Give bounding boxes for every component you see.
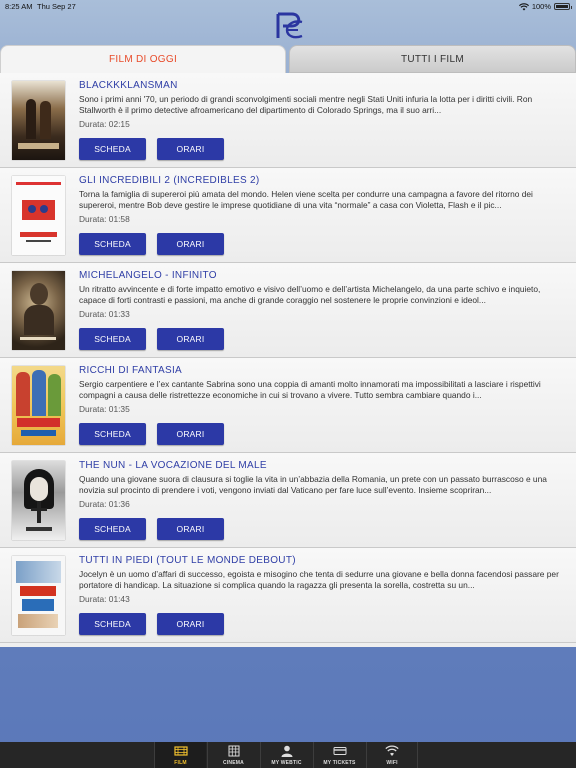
film-icon xyxy=(173,746,188,756)
scheda-button[interactable]: SCHEDA xyxy=(79,233,146,255)
movie-description: Sergio carpentiere e l’ex cantante Sabri… xyxy=(79,379,541,400)
movie-poster xyxy=(12,81,65,160)
orari-button[interactable]: ORARI xyxy=(157,138,224,160)
nav-cinema[interactable]: CINEMA xyxy=(207,742,259,768)
status-time: 8:25 AM xyxy=(5,2,33,11)
movie-duration: Durata: 01:33 xyxy=(79,309,130,319)
orari-button[interactable]: ORARI xyxy=(157,518,224,540)
movie-poster xyxy=(12,176,65,255)
movie-duration: Durata: 01:58 xyxy=(79,214,130,224)
movie-description: Un ritratto avvincente e di forte impatt… xyxy=(79,284,541,305)
battery-icon xyxy=(554,3,572,10)
movie-list: BLACKKKLANSMAN Sono i primi anni '70, un… xyxy=(0,73,576,647)
movie-row: THE NUN - LA VOCAZIONE DEL MALE Quando u… xyxy=(0,453,576,548)
tab-film-di-oggi[interactable]: FILM DI OGGI xyxy=(0,45,286,73)
movie-row: BLACKKKLANSMAN Sono i primi anni '70, un… xyxy=(0,73,576,168)
movie-title: GLI INCREDIBILI 2 (INCREDIBLES 2) xyxy=(79,175,260,186)
status-date: Thu Sep 27 xyxy=(37,2,76,11)
logo-icon xyxy=(276,12,303,39)
nav-my-tickets-label: MY TICKETS xyxy=(323,760,356,766)
movie-duration: Durata: 01:43 xyxy=(79,594,130,604)
movie-poster xyxy=(12,556,65,635)
orari-button[interactable]: ORARI xyxy=(157,233,224,255)
movie-description: Sono i primi anni '70, un periodo di gra… xyxy=(79,94,533,115)
battery-percent: 100% xyxy=(531,2,551,11)
tab-tutti-i-film[interactable]: TUTTI I FILM xyxy=(289,45,576,73)
movie-description: Jocelyn è un uomo d’affari di successo, … xyxy=(79,569,559,590)
nav-wifi-label: WIFI xyxy=(386,760,398,766)
movie-title: RICCHI DI FANTASIA xyxy=(79,365,183,376)
nav-wifi[interactable]: WIFI xyxy=(366,742,418,768)
scheda-button[interactable]: SCHEDA xyxy=(79,328,146,350)
movie-poster xyxy=(12,366,65,445)
orari-button[interactable]: ORARI xyxy=(157,613,224,635)
movie-row: RICCHI DI FANTASIA Sergio carpentiere e … xyxy=(0,358,576,453)
scheda-button[interactable]: SCHEDA xyxy=(79,423,146,445)
movie-duration: Durata: 01:35 xyxy=(79,404,130,414)
movie-row: TUTTI IN PIEDI (TOUT LE MONDE DEBOUT) Jo… xyxy=(0,548,576,643)
status-right: 100% xyxy=(518,2,572,11)
movie-row: MICHELANGELO - INFINITO Un ritratto avvi… xyxy=(0,263,576,358)
movie-row: GLI INCREDIBILI 2 (INCREDIBLES 2) Torna … xyxy=(0,168,576,263)
nav-my-webtic-label: MY WEBTIC xyxy=(271,760,302,766)
movie-poster xyxy=(12,461,65,540)
movie-title: BLACKKKLANSMAN xyxy=(79,80,178,91)
movie-duration: Durata: 02:15 xyxy=(79,119,130,129)
nav-my-webtic[interactable]: MY WEBTIC xyxy=(260,742,312,768)
movie-description: Torna la famiglia di supereroi più amata… xyxy=(79,189,533,210)
nav-film[interactable]: FILM xyxy=(154,742,206,768)
movie-title: MICHELANGELO - INFINITO xyxy=(79,270,217,281)
bottom-nav: FILM CINEMA MY WEBTIC MY TICKETS WIFI xyxy=(0,742,576,768)
movie-title: TUTTI IN PIEDI (TOUT LE MONDE DEBOUT) xyxy=(79,555,296,566)
scheda-button[interactable]: SCHEDA xyxy=(79,613,146,635)
scheda-button[interactable]: SCHEDA xyxy=(79,518,146,540)
nav-film-label: FILM xyxy=(174,760,187,766)
ticket-icon xyxy=(333,747,346,755)
movie-poster xyxy=(12,271,65,350)
wifi-signal-icon xyxy=(518,2,529,10)
nav-cinema-label: CINEMA xyxy=(223,760,244,766)
movie-description: Quando una giovane suora di clausura si … xyxy=(79,474,547,495)
scheda-button[interactable]: SCHEDA xyxy=(79,138,146,160)
orari-button[interactable]: ORARI xyxy=(157,423,224,445)
cinema-icon xyxy=(228,745,239,757)
movie-duration: Durata: 01:36 xyxy=(79,499,130,509)
nav-my-tickets[interactable]: MY TICKETS xyxy=(313,742,365,768)
user-icon xyxy=(281,745,292,757)
orari-button[interactable]: ORARI xyxy=(157,328,224,350)
movie-title: THE NUN - LA VOCAZIONE DEL MALE xyxy=(79,460,267,471)
tab-bar: FILM DI OGGI TUTTI I FILM xyxy=(0,45,576,73)
wifi-icon xyxy=(385,745,399,756)
